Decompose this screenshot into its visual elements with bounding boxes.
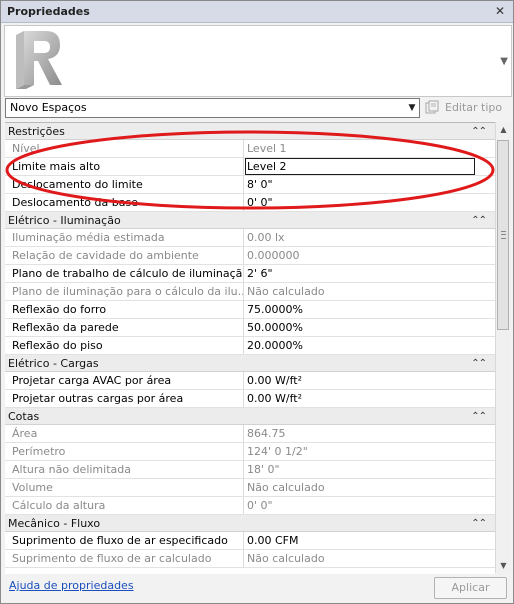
property-row: Volume Não calculado [5,479,495,497]
property-value: Level 1 [247,142,287,155]
property-label: Deslocamento do limite [5,176,244,193]
property-row-nivel: Nível Level 1 [5,140,495,158]
property-row[interactable]: Projetar carga AVAC por área 0.00 W/ft² [5,372,495,390]
property-value: 0.000000 [247,249,300,262]
property-row[interactable]: Projetar outras cargas por área 0.00 W/f… [5,390,495,408]
collapse-icon[interactable]: ⌃⌃ [471,408,487,425]
section-title: Elétrico - Iluminação [8,214,121,227]
property-label: Volume [5,479,244,496]
scroll-up-icon[interactable]: ▲ [496,122,511,137]
property-value-input[interactable]: Level 2 [245,158,475,175]
property-value: 864.75 [247,427,286,440]
section-title: Restrições [8,125,65,138]
properties-palette: Propriedades ✕ ▼ Novo Espaços ▼ Editar t… [0,0,514,604]
property-label: Limite mais alto [5,158,244,175]
property-value: Não calculado [247,552,325,565]
property-row: Suprimento de fluxo de ar calculado Não … [5,550,495,568]
type-selector-bar: Novo Espaços ▼ Editar tipo [4,97,512,121]
property-label: Reflexão do piso [5,337,244,354]
section-header-eletrico-cargas[interactable]: Elétrico - Cargas ⌃⌃ [5,355,495,372]
property-value: Não calculado [247,285,325,298]
section-header-eletrico-iluminacao[interactable]: Elétrico - Iluminação ⌃⌃ [5,212,495,229]
property-label: Suprimento de fluxo de ar especificado [5,532,244,549]
property-label: Área [5,425,244,442]
property-label: Reflexão do forro [5,301,244,318]
property-label: Cálculo da altura [5,497,244,514]
property-label: Plano de trabalho de cálculo de iluminaç… [5,265,244,282]
close-icon[interactable]: ✕ [493,4,507,18]
section-title: Mecânico - Fluxo [8,517,101,530]
chevron-down-icon[interactable]: ▼ [405,99,419,117]
property-label: Relação de cavidade do ambiente [5,247,244,264]
property-value[interactable]: 0.00 CFM [245,532,475,549]
property-label: Projetar outras cargas por área [5,390,244,407]
revit-r-logo-icon [16,31,62,89]
scroll-down-icon[interactable]: ▼ [496,558,511,573]
property-row: Plano de iluminação para o cálculo da il… [5,283,495,301]
type-selector-value: Novo Espaços [10,101,87,114]
palette-title: Propriedades [7,5,90,18]
property-row: Área 864.75 [5,425,495,443]
property-value[interactable]: 8' 0" [245,176,475,193]
property-value[interactable]: 0' 0" [245,194,475,211]
property-row: Cálculo da altura 0' 0" [5,497,495,515]
property-label: Deslocamento da base [5,194,244,211]
collapse-icon[interactable]: ⌃⌃ [471,212,487,229]
collapse-icon[interactable]: ⌃⌃ [471,123,487,140]
type-preview: ▼ [4,25,512,97]
property-row[interactable]: Reflexão do forro 75.0000% [5,301,495,319]
grip-icon [501,231,506,239]
edit-type-button[interactable]: Editar tipo [425,99,509,117]
palette-footer: Ajuda de propriedades Aplicar [1,574,513,603]
section-header-cotas[interactable]: Cotas ⌃⌃ [5,408,495,425]
property-value[interactable]: 0.00 W/ft² [245,372,475,389]
section-title: Cotas [8,410,40,423]
properties-grid: Restrições ⌃⌃ Nível Level 1 Limite mais … [5,122,495,574]
preview-dropdown-icon[interactable]: ▼ [500,56,508,67]
property-row: Iluminação média estimada 0.00 lx [5,229,495,247]
scrollbar-thumb[interactable] [497,140,509,330]
property-row: Relação de cavidade do ambiente 0.000000 [5,247,495,265]
property-row: Altura não delimitada 18' 0" [5,461,495,479]
property-row[interactable]: Plano de trabalho de cálculo de iluminaç… [5,265,495,283]
property-value: 18' 0" [247,463,280,476]
property-label: Suprimento de fluxo de ar calculado [5,550,244,567]
property-value[interactable]: 20.0000% [245,337,475,354]
property-label: Reflexão da parede [5,319,244,336]
property-value[interactable]: 0.00 W/ft² [245,390,475,407]
type-selector-dropdown[interactable]: Novo Espaços ▼ [5,98,420,118]
section-title: Elétrico - Cargas [8,357,99,370]
apply-button[interactable]: Aplicar [434,577,507,599]
property-label: Iluminação média estimada [5,229,244,246]
property-value: 0.00 lx [247,231,285,244]
section-header-restricoes[interactable]: Restrições ⌃⌃ [5,123,495,140]
property-row-deslocamento-da-base[interactable]: Deslocamento da base 0' 0" [5,194,495,212]
property-value[interactable]: 75.0000% [245,301,475,318]
property-label: Altura não delimitada [5,461,244,478]
property-value[interactable]: 2' 6" [245,265,475,282]
property-value: 124' 0 1/2" [247,445,308,458]
property-label: Projetar carga AVAC por área [5,372,244,389]
property-row: Perímetro 124' 0 1/2" [5,443,495,461]
property-row[interactable]: Reflexão do piso 20.0000% [5,337,495,355]
collapse-icon[interactable]: ⌃⌃ [471,355,487,372]
vertical-scrollbar[interactable]: ▲ ▼ [495,122,511,573]
property-label: Perímetro [5,443,244,460]
property-value: 0' 0" [247,499,273,512]
property-row-deslocamento-do-limite[interactable]: Deslocamento do limite 8' 0" [5,176,495,194]
property-label: Nível [5,140,244,157]
property-row[interactable]: Suprimento de fluxo de ar especificado 0… [5,532,495,550]
property-value: Não calculado [247,481,325,494]
property-row[interactable]: Reflexão da parede 50.0000% [5,319,495,337]
help-link[interactable]: Ajuda de propriedades [9,579,134,592]
property-row-limite-mais-alto[interactable]: Limite mais alto Level 2 [5,158,495,176]
title-bar[interactable]: Propriedades ✕ [1,1,513,23]
collapse-icon[interactable]: ⌃⌃ [471,515,487,532]
edit-type-icon [425,100,439,114]
property-value[interactable]: 50.0000% [245,319,475,336]
edit-type-label: Editar tipo [445,101,503,114]
property-label: Plano de iluminação para o cálculo da il… [5,283,244,300]
section-header-mecanico-fluxo[interactable]: Mecânico - Fluxo ⌃⌃ [5,515,495,532]
